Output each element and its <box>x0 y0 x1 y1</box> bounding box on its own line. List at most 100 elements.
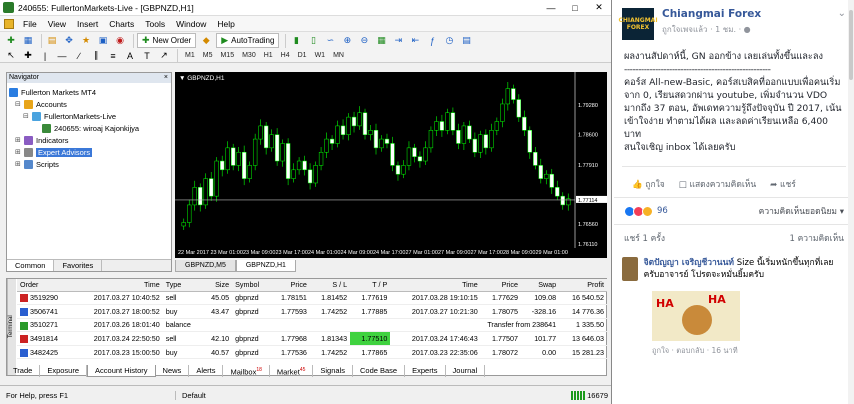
comment-count[interactable]: 1 ความคิดเห็น <box>790 231 844 245</box>
chart-shift-icon[interactable]: ⇤ <box>408 34 422 48</box>
trendline-icon[interactable]: ∕ <box>72 49 86 63</box>
tree-item-server[interactable]: ⊟ FullertonMarkets-Live <box>9 110 169 122</box>
new-order-button[interactable]: ✚ New Order <box>137 33 197 48</box>
post-options-icon[interactable]: ⌄ <box>838 8 846 40</box>
comment-sort[interactable]: ความคิดเห็นยอดนิยม ▾ <box>759 204 844 218</box>
timeframe-h1[interactable]: H1 <box>260 50 277 62</box>
autotrading-button[interactable]: ▶ AutoTrading <box>216 33 280 48</box>
page-name[interactable]: Chiangmai Forex <box>662 8 838 20</box>
tab-experts[interactable]: Experts <box>405 365 446 377</box>
market-watch-icon[interactable]: ▤ <box>45 34 59 48</box>
tree-item-indicators[interactable]: ⊞ Indicators <box>9 134 169 146</box>
like-button[interactable]: 👍 ถูกใจ <box>632 177 665 191</box>
col-size[interactable]: Size <box>201 279 233 292</box>
channel-icon[interactable]: ∥ <box>89 49 103 63</box>
col-order[interactable]: Order <box>17 279 73 292</box>
comment-sticker-image[interactable]: HA HA <box>652 291 740 341</box>
minimize-icon[interactable]: — <box>539 0 563 16</box>
crosshair-icon[interactable]: ✚ <box>21 49 35 63</box>
page-avatar[interactable]: CHIANGMAI FOREX <box>618 8 658 40</box>
horizontal-line-icon[interactable]: — <box>55 49 69 63</box>
table-row[interactable]: 3482425 2017.03.23 15:00:50 buy 40.57 gbpnzd… <box>17 345 607 360</box>
cursor-icon[interactable]: ↖ <box>4 49 18 63</box>
timeframe-m5[interactable]: M5 <box>199 50 217 62</box>
tab-exposure[interactable]: Exposure <box>40 365 88 377</box>
commenter-name[interactable]: จิตปัญญา เจริญชีวานนท์ <box>644 258 734 268</box>
timeframe-m15[interactable]: M15 <box>216 50 238 62</box>
col-tp[interactable]: T / P <box>350 279 391 292</box>
menu-insert[interactable]: Insert <box>74 19 106 29</box>
menu-window[interactable]: Window <box>173 19 214 29</box>
menu-view[interactable]: View <box>45 19 74 29</box>
zoom-out-icon[interactable]: ⊖ <box>357 34 371 48</box>
tab-favorites[interactable]: Favorites <box>54 260 103 271</box>
col-price[interactable]: Price <box>269 279 310 292</box>
menu-file[interactable]: File <box>20 19 45 29</box>
timeframe-h4[interactable]: H4 <box>277 50 294 62</box>
connection-status[interactable]: 16679 <box>571 390 611 400</box>
navigator-close-icon[interactable]: × <box>164 73 171 83</box>
tree-item-account[interactable]: 240655: wiroaj Kajonkijya <box>9 122 169 134</box>
autoscroll-icon[interactable]: ⇥ <box>391 34 405 48</box>
menu-help[interactable]: Help <box>214 19 242 29</box>
col-profit[interactable]: Profit <box>559 279 607 292</box>
text-tool-icon[interactable]: A <box>123 49 137 63</box>
fibonacci-icon[interactable]: ≡ <box>106 49 120 63</box>
navigator-icon[interactable]: ★ <box>79 34 93 48</box>
col-close-time[interactable]: Time <box>390 279 481 292</box>
share-count[interactable]: แชร์ 1 ครั้ง <box>624 231 665 245</box>
timeframe-m1[interactable]: M1 <box>181 50 199 62</box>
tab-alerts[interactable]: Alerts <box>189 365 224 377</box>
tab-news[interactable]: News <box>156 365 190 377</box>
collapse-icon[interactable]: ⊟ <box>23 112 30 120</box>
tab-common[interactable]: Common <box>7 260 55 271</box>
bar-chart-icon[interactable]: ▮ <box>289 34 303 48</box>
new-chart-icon[interactable]: ✚ <box>4 34 18 48</box>
comment-button[interactable]: □ แสดงความคิดเห็น <box>679 177 756 191</box>
collapse-icon[interactable]: ⊟ <box>15 100 22 108</box>
terminal-icon[interactable]: ▣ <box>96 34 110 48</box>
tree-item-expert-advisors[interactable]: ⊞ Expert Advisors <box>9 146 169 158</box>
menu-charts[interactable]: Charts <box>106 19 142 29</box>
vertical-line-icon[interactable]: | <box>38 49 52 63</box>
tab-market[interactable]: Market45 <box>270 365 314 377</box>
col-sl[interactable]: S / L <box>309 279 351 292</box>
timeframe-d1[interactable]: D1 <box>294 50 311 62</box>
indicators-icon[interactable]: ƒ <box>425 34 439 48</box>
expand-icon[interactable]: ⊞ <box>15 136 22 144</box>
table-row[interactable]: 3491814 2017.03.24 22:50:50 sell 42.10 gbpnz… <box>17 331 607 346</box>
timeframe-mn[interactable]: MN <box>329 50 348 62</box>
tree-item-scripts[interactable]: ⊞ Scripts <box>9 158 169 170</box>
scrollbar[interactable] <box>848 0 854 404</box>
tab-journal[interactable]: Journal <box>446 365 486 377</box>
menu-tools[interactable]: Tools <box>142 19 173 29</box>
col-time[interactable]: Time <box>72 279 163 292</box>
tree-item-broker[interactable]: Fullerton Markets MT4 <box>9 86 169 98</box>
metaeditor-icon[interactable]: ◆ <box>199 34 213 48</box>
chart-tab-h1[interactable]: GBPNZD,H1 <box>235 260 296 272</box>
col-close-price[interactable]: Price <box>480 279 521 292</box>
chart-canvas[interactable]: ▼ GBPNZD,H1 1.79280 1.78600 1.77910 1.77114… <box>175 72 607 258</box>
tab-signals[interactable]: Signals <box>313 365 353 377</box>
zoom-in-icon[interactable]: ⊕ <box>340 34 354 48</box>
periods-icon[interactable]: ◷ <box>442 34 456 48</box>
profiles-icon[interactable]: ▦ <box>21 34 35 48</box>
reaction-count[interactable]: 96 <box>657 206 668 216</box>
price-chart[interactable]: ▼ GBPNZD,H1 1.79280 1.78600 1.77910 1.77114… <box>175 72 607 258</box>
col-swap[interactable]: Swap <box>520 279 560 292</box>
templates-icon[interactable]: ▤ <box>459 34 473 48</box>
tile-windows-icon[interactable]: ▦ <box>374 34 388 48</box>
share-button[interactable]: ➦ แชร์ <box>770 177 796 191</box>
table-row[interactable]: 3510271 2017.03.26 18:01:40 balance Transfe… <box>17 318 607 333</box>
tab-account-history[interactable]: Account History <box>87 365 156 377</box>
timeframe-w1[interactable]: W1 <box>311 50 330 62</box>
strategy-tester-icon[interactable]: ◉ <box>113 34 127 48</box>
col-symbol[interactable]: Symbol <box>232 279 270 292</box>
timeframe-m30[interactable]: M30 <box>238 50 260 62</box>
table-row[interactable]: 3519290 2017.03.27 10:40:52 sell 45.05 gbpnz… <box>17 291 607 306</box>
maximize-icon[interactable]: □ <box>563 0 587 16</box>
line-chart-icon[interactable]: ∽ <box>323 34 337 48</box>
label-tool-icon[interactable]: T <box>140 49 154 63</box>
chart-tab-m5[interactable]: GBPNZD,M5 <box>175 260 236 272</box>
tab-mailbox[interactable]: Mailbox18 <box>223 365 270 377</box>
